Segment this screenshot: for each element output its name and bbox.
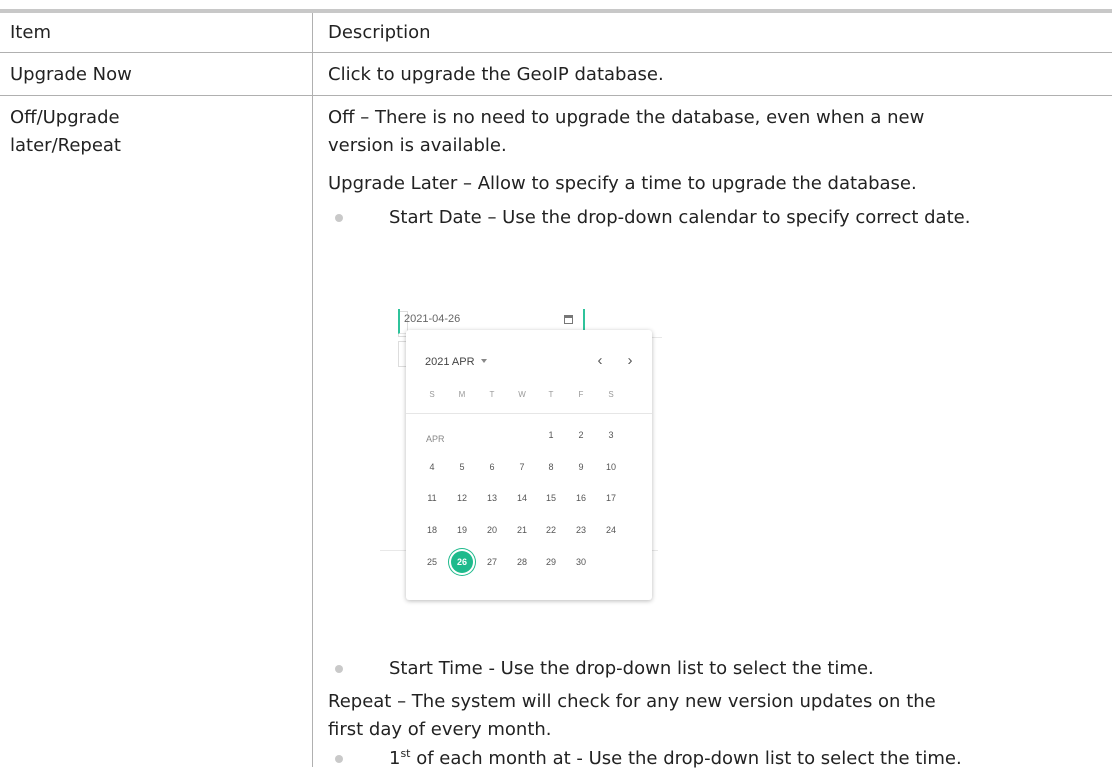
selected-day[interactable]: 26 — [449, 557, 475, 567]
calendar-day[interactable]: 18 — [419, 525, 445, 535]
calendar-day[interactable]: 12 — [449, 493, 475, 503]
bullet-icon — [335, 665, 343, 673]
month-year-label: 2021 APR — [425, 356, 475, 368]
month-year-selector[interactable]: 2021 APR — [425, 356, 487, 368]
off-description-line2: version is available. — [328, 135, 507, 156]
weekday-label: S — [429, 390, 435, 399]
weekday-label: T — [489, 390, 495, 399]
column-divider — [312, 13, 313, 767]
start-date-value: 2021-04-26 — [404, 313, 461, 325]
calendar-day[interactable]: 19 — [449, 525, 475, 535]
document-page: Item Description Upgrade Now Click to up… — [0, 0, 1112, 769]
bullet-icon — [335, 755, 343, 763]
start-date-description: Start Date – Use the drop-down calendar … — [389, 207, 971, 228]
next-month-button[interactable]: › — [623, 352, 637, 369]
calendar-day[interactable]: 27 — [479, 557, 505, 567]
row-upgrade-now-item: Upgrade Now — [10, 64, 132, 85]
calendar-day[interactable]: 20 — [479, 525, 505, 535]
calendar-week-row: 4 5 6 7 8 9 10 — [406, 462, 652, 482]
background-divider — [380, 550, 406, 551]
ordinal-number: 1 — [389, 748, 401, 769]
calendar-week-row: 25 26 27 28 29 30 — [406, 551, 652, 577]
calendar-day[interactable]: 21 — [509, 525, 535, 535]
calendar-popup: 2021 APR ‹ › SMTWTFS APR 1 2 3 4 5 6 7 8 9 10 11 12… — [406, 330, 652, 600]
calendar-day[interactable]: 24 — [598, 525, 624, 535]
caret-down-icon — [480, 359, 487, 363]
calendar-day[interactable]: 14 — [509, 493, 535, 503]
calendar-day[interactable]: 22 — [538, 525, 564, 535]
date-picker-screenshot: 2021-04-26 2021 APR ‹ › SMTWTFS APR 1234… — [376, 307, 676, 607]
calendar-day[interactable]: 4 — [419, 462, 445, 472]
calendar-day[interactable]: 28 — [509, 557, 535, 567]
calendar-day[interactable]: 8 — [538, 462, 564, 472]
weekday-label: F — [578, 390, 584, 399]
calendar-day[interactable]: 17 — [598, 493, 624, 503]
weekday-label: S — [608, 390, 614, 399]
bullet-icon — [335, 214, 343, 222]
previous-month-button[interactable]: ‹ — [593, 352, 607, 369]
header-description: Description — [328, 22, 431, 43]
calendar-day[interactable]: 16 — [568, 493, 594, 503]
calendar-day[interactable]: 13 — [479, 493, 505, 503]
ordinal-suffix: st — [400, 747, 411, 760]
row-off-item: Off/Upgrade later/Repeat — [10, 107, 121, 156]
header-row-divider — [0, 52, 1112, 53]
calendar-day[interactable]: 5 — [449, 462, 475, 472]
calendar-day[interactable]: 7 — [509, 462, 535, 472]
weekday-label: M — [458, 390, 466, 399]
off-description-line1: Off – There is no need to upgrade the da… — [328, 107, 925, 128]
calendar-week-row: 11 12 13 14 15 16 17 — [406, 493, 652, 513]
calendar-week-row: 18 19 20 21 22 23 24 — [406, 525, 652, 545]
calendar-day[interactable]: 25 — [419, 557, 445, 567]
background-divider — [652, 337, 662, 338]
weekday-label: T — [548, 390, 554, 399]
row-divider — [0, 95, 1112, 96]
header-item: Item — [10, 22, 51, 43]
upgrade-later-description: Upgrade Later – Allow to specify a time … — [328, 173, 917, 194]
first-of-month-text: of each month at - Use the drop-down lis… — [410, 748, 962, 769]
repeat-description-line1: Repeat – The system will check for any n… — [328, 691, 936, 712]
calendar-day[interactable]: 3 — [598, 430, 624, 440]
calendar-day[interactable]: 11 — [419, 493, 445, 503]
table-top-rule — [0, 9, 1112, 13]
calendar-day[interactable]: 30 — [568, 557, 594, 567]
calendar-divider — [406, 413, 652, 414]
weekday-header: SMTWTFS — [406, 390, 652, 410]
repeat-description-line2: first day of every month. — [328, 719, 552, 740]
calendar-day[interactable]: 15 — [538, 493, 564, 503]
calendar-day[interactable]: 10 — [598, 462, 624, 472]
start-time-description: Start Time - Use the drop-down list to s… — [389, 658, 874, 679]
first-of-month-description: 1st of each month at - Use the drop-down… — [389, 745, 962, 773]
calendar-day[interactable]: 1 — [538, 430, 564, 440]
calendar-day[interactable]: 6 — [479, 462, 505, 472]
calendar-week-row: 123 — [406, 430, 652, 450]
row-upgrade-now-description: Click to upgrade the GeoIP database. — [328, 64, 664, 85]
calendar-day[interactable]: 9 — [568, 462, 594, 472]
calendar-icon[interactable] — [564, 315, 573, 324]
background-divider — [652, 550, 658, 551]
weekday-label: W — [518, 390, 526, 399]
calendar-day[interactable]: 2 — [568, 430, 594, 440]
calendar-day[interactable]: 23 — [568, 525, 594, 535]
calendar-day[interactable]: 29 — [538, 557, 564, 567]
